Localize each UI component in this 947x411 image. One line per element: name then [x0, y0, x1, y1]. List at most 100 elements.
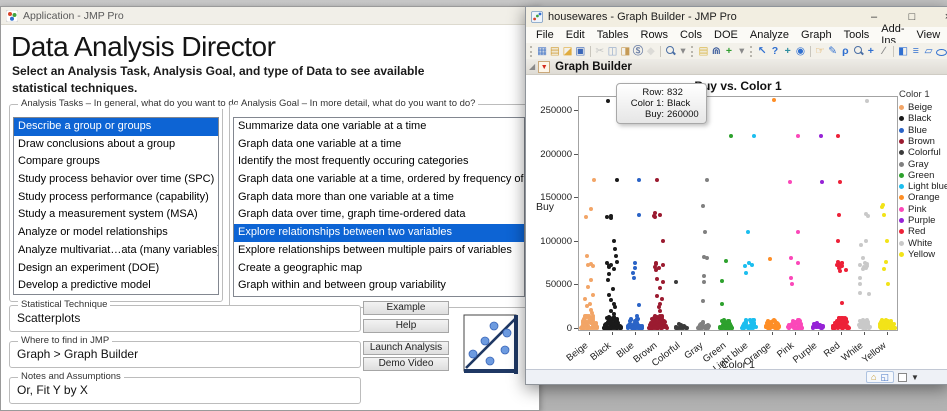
plot-frame[interactable] — [578, 96, 898, 331]
menu-doe[interactable]: DOE — [708, 29, 744, 41]
data-point[interactable] — [795, 230, 800, 235]
copy-icon[interactable]: ◫ — [607, 45, 618, 58]
data-point[interactable] — [607, 325, 612, 330]
analysis-task-item-4[interactable]: Study process behavior over time (SPC) — [14, 171, 218, 189]
data-point[interactable] — [614, 259, 619, 264]
red-triangle-menu-icon[interactable]: ▼ — [538, 60, 551, 73]
scroll-home-icon[interactable]: ⌂ — [871, 372, 876, 382]
data-point[interactable] — [767, 325, 772, 330]
analysis-task-item-6[interactable]: Study a measurement system (MSA) — [14, 206, 218, 224]
data-point[interactable] — [660, 279, 665, 284]
data-point[interactable] — [611, 266, 616, 271]
data-point[interactable] — [833, 320, 838, 325]
data-point[interactable] — [584, 325, 588, 330]
analysis-goal-item-2[interactable]: Graph data one variable at a time — [234, 136, 524, 154]
data-point[interactable] — [811, 325, 815, 330]
data-point[interactable] — [881, 212, 886, 217]
data-point[interactable] — [837, 179, 842, 184]
data-point[interactable] — [608, 216, 613, 221]
data-point[interactable] — [632, 265, 637, 270]
save-icon[interactable]: ▣ — [575, 45, 586, 58]
data-point[interactable] — [637, 212, 642, 217]
data-point[interactable] — [613, 253, 618, 258]
data-point[interactable] — [857, 276, 862, 281]
menu-file[interactable]: File — [530, 29, 560, 41]
data-point[interactable] — [859, 319, 864, 324]
demo-video-button[interactable]: Demo Video — [363, 357, 449, 371]
data-point[interactable] — [860, 256, 865, 261]
legend-item-black[interactable]: Black — [899, 113, 931, 124]
data-point[interactable] — [791, 322, 796, 327]
data-point[interactable] — [606, 264, 611, 269]
analysis-goal-item-8[interactable]: Explore relationships between multiple p… — [234, 242, 524, 260]
open-icon[interactable]: ◪ — [562, 45, 573, 58]
data-point[interactable] — [660, 238, 665, 243]
data-point[interactable] — [837, 316, 842, 321]
analysis-task-item-2[interactable]: Draw conclusions about a group — [14, 136, 218, 154]
lasso-tool-icon[interactable]: ρ — [840, 45, 851, 58]
legend-item-green[interactable]: Green — [899, 170, 934, 181]
data-point[interactable] — [654, 293, 659, 298]
lock-icon[interactable]: ◆ — [645, 45, 656, 58]
search-icon[interactable] — [665, 45, 676, 58]
legend-item-yellow[interactable]: Yellow — [899, 249, 935, 260]
data-point[interactable] — [789, 281, 794, 286]
legend-item-white[interactable]: White — [899, 238, 932, 249]
data-point[interactable] — [788, 256, 793, 261]
data-point[interactable] — [654, 277, 659, 282]
data-point[interactable] — [881, 266, 886, 271]
oval-tool-icon[interactable] — [935, 45, 947, 58]
data-point[interactable] — [745, 230, 750, 235]
data-table-window-icon[interactable]: ◱ — [880, 372, 889, 382]
data-point[interactable] — [892, 325, 897, 330]
data-point[interactable] — [865, 324, 870, 329]
analysis-goal-item-5[interactable]: Graph data more than one variable at a t… — [234, 189, 524, 207]
analysis-goal-item-10[interactable]: Graph within and between group variabili… — [234, 277, 524, 295]
menu-cols[interactable]: Cols — [674, 29, 708, 41]
data-point[interactable] — [860, 325, 865, 330]
data-point[interactable] — [748, 318, 753, 323]
data-point[interactable] — [612, 305, 617, 310]
toolbar-overflow-icon[interactable]: ▾ — [678, 45, 689, 58]
arrow-tool-icon[interactable]: ↖ — [757, 45, 768, 58]
close-button[interactable]: × — [940, 9, 947, 25]
data-point[interactable] — [723, 258, 728, 263]
text-box-tool-icon[interactable]: ◧ — [898, 45, 909, 58]
data-point[interactable] — [663, 325, 668, 330]
script-window-icon[interactable]: Ⓢ — [633, 45, 644, 58]
legend-item-blue[interactable]: Blue — [899, 125, 927, 136]
data-point[interactable] — [637, 177, 642, 182]
data-point[interactable] — [585, 285, 590, 290]
data-point[interactable] — [840, 316, 845, 321]
new-journal-icon[interactable]: ▤ — [550, 45, 561, 58]
data-point[interactable] — [613, 246, 618, 251]
legend-item-light-blue[interactable]: Light blue — [899, 181, 947, 192]
data-point[interactable] — [673, 279, 678, 284]
data-point[interactable] — [657, 308, 662, 313]
analysis-goal-listbox[interactable]: Summarize data one variable at a time Gra… — [233, 117, 525, 297]
data-point[interactable] — [879, 325, 884, 330]
menu-analyze[interactable]: Analyze — [744, 29, 795, 41]
data-point[interactable] — [838, 323, 843, 328]
data-point[interactable] — [702, 230, 707, 235]
analysis-task-item-5[interactable]: Study process performance (capability) — [14, 189, 218, 207]
analysis-task-item-8[interactable]: Analyze multivariat…ata (many variables) — [14, 242, 218, 260]
legend-item-red[interactable]: Red — [899, 226, 925, 237]
status-dropdown-icon[interactable]: ▼ — [911, 373, 919, 382]
status-checkbox[interactable] — [898, 373, 907, 382]
data-point[interactable] — [857, 281, 862, 286]
data-point[interactable] — [700, 298, 705, 303]
data-point[interactable] — [704, 177, 709, 182]
graph-builder-outline-header[interactable]: ◢ ▼ Graph Builder — [526, 59, 947, 75]
data-point[interactable] — [630, 271, 635, 276]
analysis-goal-item-7[interactable]: Explore relationships between two variab… — [234, 224, 524, 242]
launch-analysis-button[interactable]: Launch Analysis — [363, 341, 449, 355]
help-button[interactable]: Help — [363, 319, 449, 333]
data-point[interactable] — [615, 325, 620, 330]
data-point[interactable] — [700, 203, 705, 208]
analysis-task-item-3[interactable]: Compare groups — [14, 153, 218, 171]
find-binoculars-icon[interactable]: ⋒ — [711, 45, 722, 58]
data-point[interactable] — [610, 321, 615, 326]
legend-item-beige[interactable]: Beige — [899, 102, 932, 113]
data-point[interactable] — [788, 179, 793, 184]
